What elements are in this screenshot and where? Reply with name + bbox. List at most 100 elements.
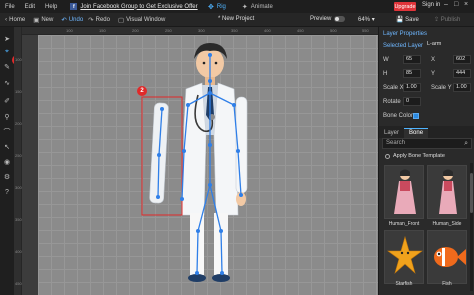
x-label: X <box>431 57 436 63</box>
bone-joint[interactable] <box>236 149 240 153</box>
bone-joint[interactable] <box>219 229 223 233</box>
y-input[interactable]: 444 <box>453 69 471 78</box>
bone-joint[interactable] <box>232 103 236 107</box>
x-input[interactable]: 602 <box>453 55 471 64</box>
bone-joint[interactable] <box>196 229 200 233</box>
eyedropper-icon[interactable]: ⚲ <box>2 112 12 122</box>
apply-template-icon <box>385 153 390 159</box>
ruler-tick: 150 <box>99 28 106 33</box>
curve-bone-icon[interactable]: ∿ <box>2 78 12 88</box>
menu-edit[interactable]: Edit <box>20 4 40 10</box>
h-label: H <box>383 71 388 77</box>
template-starfish[interactable] <box>384 230 424 284</box>
help-icon[interactable]: ? <box>2 187 12 197</box>
tab-animate[interactable]: ✦ Animate <box>242 3 273 11</box>
bone-joint[interactable] <box>208 143 212 147</box>
sign-in-link[interactable]: Sign in <box>422 2 440 8</box>
ruler-vtick: 100 <box>15 57 22 62</box>
search-icon[interactable]: ⌕ <box>464 139 468 148</box>
preview-toggle[interactable]: Preview <box>310 16 346 22</box>
eye-icon[interactable]: ◉ <box>2 157 12 167</box>
save-button[interactable]: 💾 Save <box>396 16 419 23</box>
facebook-icon: f <box>70 3 78 10</box>
bend-tool-icon[interactable]: ⌒ <box>2 127 12 137</box>
ruler-top: 100 150 200 250 300 350 400 450 500 550 <box>22 27 378 35</box>
tool-strip: ➤ ⌖ ✎ ∿ ✐ ⚲ ⌒ ↖ ◉ ⚙ ? <box>0 27 14 295</box>
ruler-tick: 200 <box>132 28 139 33</box>
tab-bone[interactable]: Bone <box>404 128 429 138</box>
template-human-front[interactable] <box>384 165 424 219</box>
human-front-figure <box>394 169 416 214</box>
maximize-icon[interactable]: □ <box>454 1 458 8</box>
character-right-shoe <box>212 274 230 282</box>
preview-switch[interactable] <box>334 16 346 22</box>
panel-scroll-thumb[interactable] <box>470 173 473 213</box>
close-icon[interactable]: × <box>464 1 468 8</box>
zoom-level[interactable]: 64% ▾ <box>358 16 375 23</box>
bone-joint[interactable] <box>208 183 212 187</box>
bone-joint[interactable] <box>239 193 243 197</box>
ruler-left: 100 150 200 250 300 350 400 450 <box>14 27 22 295</box>
zoom-value: 64% <box>358 17 371 23</box>
panel-scrollbar[interactable] <box>470 163 473 291</box>
new-label: New <box>41 16 54 23</box>
select-arrow-icon[interactable]: ➤ <box>2 34 12 44</box>
bone-joint[interactable] <box>160 107 164 111</box>
cursor-bone-icon[interactable]: ↖ <box>2 142 12 152</box>
rotate-input[interactable]: 0 <box>403 97 421 106</box>
bone-joint[interactable] <box>180 197 184 201</box>
y-label: Y <box>431 71 436 77</box>
starfish-figure <box>387 235 423 274</box>
settings-icon[interactable]: ⚙ <box>2 172 12 182</box>
new-button[interactable]: ▣ New <box>33 16 53 24</box>
bone-joint[interactable] <box>208 91 212 95</box>
rig-stage[interactable] <box>38 35 378 295</box>
visual-window-button[interactable]: ▢ Visual Window <box>118 16 165 24</box>
back-arrow-icon: ‹ <box>5 16 8 23</box>
publish-button[interactable]: ⇪ Publish <box>434 16 460 23</box>
save-label: Save <box>405 17 419 23</box>
ruler-tick: 550 <box>362 28 369 33</box>
canvas-area[interactable]: 100 150 200 250 300 350 400 450 500 550 … <box>14 27 378 295</box>
paint-bone-icon[interactable]: ✎ <box>2 62 12 72</box>
weight-brush-icon[interactable]: ✐ <box>2 96 12 106</box>
apply-bone-template-button[interactable]: Apply Bone Template <box>385 153 445 159</box>
menu-help[interactable]: Help <box>40 4 62 10</box>
menu-bar: File Edit Help f Join Facebook Group to … <box>0 0 474 13</box>
bone-joint[interactable] <box>186 103 190 107</box>
bone-joint[interactable] <box>220 271 224 275</box>
bone-joint[interactable] <box>182 149 186 153</box>
tab-rig[interactable]: ✥ Rig <box>208 3 226 11</box>
facebook-group-link[interactable]: f Join Facebook Group to Get Exclusive O… <box>70 3 198 10</box>
project-title: * New Project <box>218 16 255 22</box>
bone-joint[interactable] <box>156 195 160 199</box>
undo-icon: ↶ <box>61 16 67 24</box>
minimize-icon[interactable]: – <box>444 1 448 8</box>
home-button[interactable]: ‹ Home <box>5 16 25 23</box>
bone-joint[interactable] <box>157 153 161 157</box>
template-human-side[interactable] <box>427 165 467 219</box>
bone-joint[interactable] <box>195 271 199 275</box>
h-input[interactable]: 85 <box>403 69 421 78</box>
scale-y-input[interactable]: 1.00 <box>453 83 471 92</box>
scale-x-input[interactable]: 1.00 <box>403 83 421 92</box>
bone-tool-icon[interactable]: ⌖ <box>2 47 12 57</box>
doctor-character[interactable] <box>38 35 378 295</box>
template-fish[interactable] <box>427 230 467 284</box>
menu-file[interactable]: File <box>0 4 20 10</box>
template-label: Human_Front <box>388 221 420 227</box>
ruler-tick: 400 <box>264 28 271 33</box>
w-input[interactable]: 65 <box>403 55 421 64</box>
template-search-input[interactable]: Search ⌕ <box>382 138 472 149</box>
undo-label: Undo <box>68 16 84 23</box>
bone-joint[interactable] <box>208 79 212 83</box>
bone-joint[interactable] <box>208 53 212 57</box>
bone-color-swatch[interactable] <box>413 113 419 119</box>
character-left-shoe <box>188 274 206 282</box>
undo-button[interactable]: ↶ Undo <box>61 16 83 24</box>
redo-button[interactable]: ↷ Redo <box>88 16 110 24</box>
upgrade-button[interactable]: Upgrade <box>394 2 416 11</box>
bone-color-label: Bone Color <box>383 113 414 119</box>
home-label: Home <box>9 16 26 23</box>
tab-layer[interactable]: Layer <box>379 130 404 138</box>
